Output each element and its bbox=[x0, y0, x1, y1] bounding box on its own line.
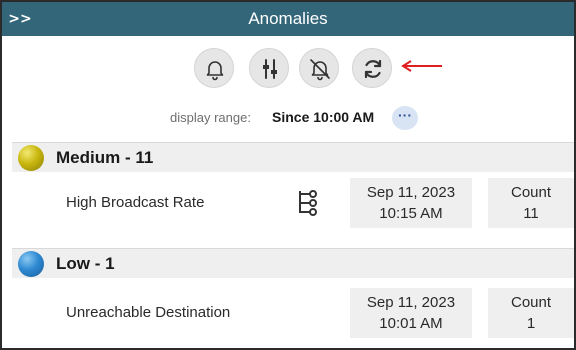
anomaly-count: Count 1 bbox=[488, 288, 574, 338]
list-item[interactable]: Unreachable Destination Sep 11, 2023 10:… bbox=[12, 284, 574, 344]
display-range-value: Since 10:00 AM bbox=[272, 109, 375, 125]
bell-off-icon bbox=[310, 59, 330, 81]
anomaly-timestamp: Sep 11, 2023 10:01 AM bbox=[350, 288, 472, 338]
anomaly-timestamp: Sep 11, 2023 10:15 AM bbox=[350, 178, 472, 228]
bell-button[interactable] bbox=[194, 48, 234, 88]
group-title: Low - 1 bbox=[56, 254, 115, 273]
toolbar bbox=[2, 48, 574, 88]
anomaly-time: 10:15 AM bbox=[379, 205, 443, 222]
sliders-icon bbox=[263, 59, 277, 79]
anomaly-time: 10:01 AM bbox=[379, 315, 443, 332]
hierarchy-tree-icon[interactable] bbox=[294, 188, 320, 218]
filter-sliders-button[interactable] bbox=[249, 48, 289, 88]
anomaly-name: Unreachable Destination bbox=[66, 304, 231, 321]
list-item[interactable]: High Broadcast Rate Sep 11, 2023 10:15 A… bbox=[12, 174, 574, 234]
severity-low-icon bbox=[18, 251, 44, 277]
bell-icon bbox=[206, 61, 224, 81]
anomaly-name: High Broadcast Rate bbox=[66, 194, 205, 211]
severity-medium-icon bbox=[18, 145, 44, 171]
anomaly-date: Sep 11, 2023 bbox=[366, 294, 456, 311]
count-value: 1 bbox=[526, 315, 536, 332]
title-bar: >> Anomalies bbox=[2, 2, 574, 36]
display-range: display range: Since 10:00 AM ··· bbox=[2, 106, 574, 130]
mute-alerts-button[interactable] bbox=[299, 48, 339, 88]
count-label: Count bbox=[510, 184, 552, 201]
anomalies-panel: >> Anomalies display range: Since 10:00 … bbox=[0, 0, 576, 350]
display-range-options-button[interactable]: ··· bbox=[392, 106, 418, 130]
display-range-label: display range: bbox=[170, 110, 251, 125]
count-label: Count bbox=[510, 294, 552, 311]
anomaly-date: Sep 11, 2023 bbox=[366, 184, 456, 201]
group-header-low[interactable]: Low - 1 bbox=[12, 248, 574, 278]
count-value: 11 bbox=[523, 205, 539, 222]
group-header-medium[interactable]: Medium - 11 bbox=[12, 142, 574, 172]
refresh-button[interactable] bbox=[352, 48, 392, 88]
anomaly-count: Count 11 bbox=[488, 178, 574, 228]
refresh-icon bbox=[364, 59, 382, 79]
pointer-arrow-icon bbox=[401, 60, 442, 72]
group-title: Medium - 11 bbox=[56, 148, 154, 167]
panel-title: Anomalies bbox=[248, 9, 328, 28]
